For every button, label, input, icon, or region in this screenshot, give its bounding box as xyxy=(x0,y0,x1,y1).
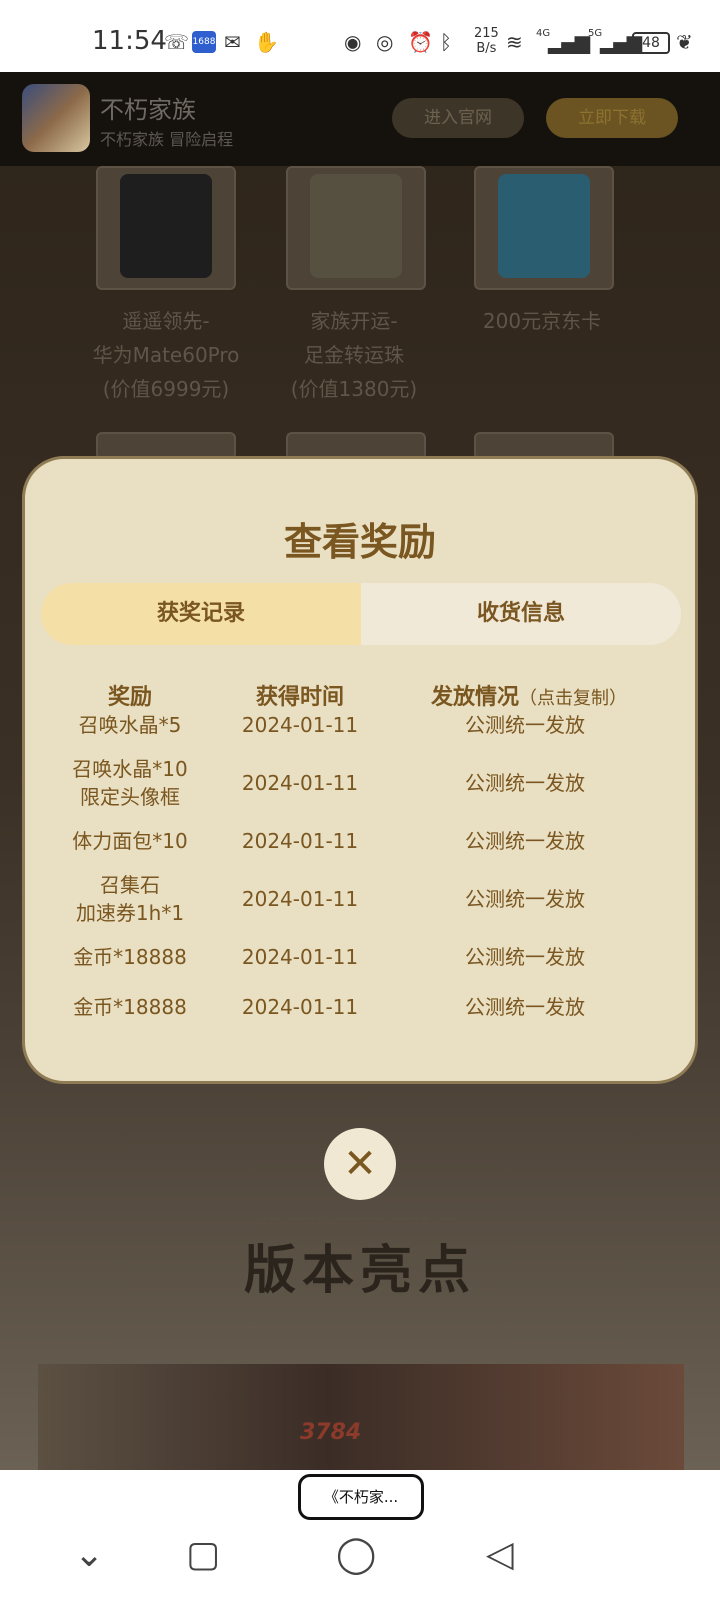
status-time: 11:54 xyxy=(92,26,167,56)
status-bar: 11:54 ☏ 1688 ✉ ✋ ◉ ◎ ⏰ ᛒ 215 B/s ≋ 4G ▂▄… xyxy=(0,0,720,72)
bluetooth-icon: ᛒ xyxy=(440,30,452,54)
section-decoration: ━━ ━━━━ ━━━━━ ━━━━ ━━ xyxy=(260,1214,460,1225)
table-row-reward: 体力面包*10 xyxy=(72,829,188,853)
table-row-reward: 金币*18888 xyxy=(73,945,187,969)
highlight-number: 3784 xyxy=(300,1420,362,1445)
prize-label-phone: 遥遥领先- 华为Mate60Pro (价值6999元) xyxy=(92,309,240,401)
table-row-reward: 召集石 加速券1h*1 xyxy=(75,873,185,925)
table-row-reward: 金币*18888 xyxy=(73,995,187,1019)
network-speed-value: 215 xyxy=(474,26,499,41)
missed-call-icon: ☏ xyxy=(164,30,190,54)
table-row-reward: 召唤水晶*10 限定头像框 xyxy=(72,757,188,809)
bead-image xyxy=(310,174,402,278)
table-row-time: 2024-01-11 xyxy=(241,829,359,853)
table-row-time: 2024-01-11 xyxy=(241,771,359,795)
table-row-status[interactable]: 公测统一发放 xyxy=(425,769,625,797)
close-modal-button[interactable]: ✕ xyxy=(324,1128,396,1200)
download-button[interactable]: 立即下载 xyxy=(546,98,678,138)
hand-icon: ✋ xyxy=(254,30,279,54)
eye-icon: ◎ xyxy=(376,30,394,54)
tab-award-records[interactable]: 获奖记录 xyxy=(41,583,361,645)
tab-shipping-info[interactable]: 收货信息 xyxy=(361,583,681,645)
app-slogan: 不朽家族 冒险启程 xyxy=(100,130,234,149)
header-time: 获得时间 xyxy=(255,685,344,710)
table-row-time: 2024-01-11 xyxy=(241,945,359,969)
phone-image xyxy=(120,174,212,278)
signal-4g-icon: ▂▄▆ xyxy=(548,30,590,54)
header-status-hint: （点击复制） xyxy=(519,688,627,709)
table-row-status[interactable]: 公测统一发放 xyxy=(425,827,625,855)
back-triangle-icon[interactable]: ◁ xyxy=(486,1534,514,1575)
app-banner: 不朽家族 不朽家族 冒险启程 进入官网 立即下载 xyxy=(0,72,720,166)
modal-title: 查看奖励 xyxy=(283,520,436,564)
header-status: 发放情况（点击复制） xyxy=(409,679,649,711)
table-row-reward: 召唤水晶*5 xyxy=(78,713,182,737)
chevron-down-icon[interactable]: ⌄ xyxy=(74,1534,104,1575)
leaf-icon: ❦ xyxy=(676,30,693,54)
recents-square-icon[interactable]: ▢ xyxy=(186,1534,220,1575)
section-title: 版本亮点 xyxy=(243,1240,476,1301)
header-status-label: 发放情况 xyxy=(430,685,519,710)
home-circle-icon[interactable]: ◯ xyxy=(336,1534,376,1575)
close-icon: ✕ xyxy=(343,1141,377,1187)
app-name: 不朽家族 xyxy=(100,96,196,124)
modal-tabs: 获奖记录 收货信息 xyxy=(41,583,681,645)
floating-app-pill[interactable]: 《不朽家... xyxy=(298,1474,424,1520)
table-row-time: 2024-01-11 xyxy=(241,995,359,1019)
app-logo xyxy=(22,84,90,152)
highlight-image xyxy=(38,1364,684,1470)
alarm-icon: ⏰ xyxy=(408,30,433,54)
wifi-icon: ≋ xyxy=(506,30,523,54)
wechat-icon: ✉ xyxy=(224,30,241,54)
network-speed-unit: B/s xyxy=(476,41,497,56)
official-site-button[interactable]: 进入官网 xyxy=(392,98,524,138)
table-row-status[interactable]: 公测统一发放 xyxy=(425,993,625,1021)
header-reward: 奖励 xyxy=(107,685,152,710)
table-row-status[interactable]: 公测统一发放 xyxy=(425,885,625,913)
table-row-status[interactable]: 公测统一发放 xyxy=(425,943,625,971)
prize-label-bead: 家族开运- 足金转运珠 (价值1380元) xyxy=(290,309,418,401)
table-row-status[interactable]: 公测统一发放 xyxy=(425,711,625,739)
reward-modal: 查看奖励 获奖记录 收货信息 奖励 获得时间 发放情况（点击复制） 召唤水晶*5… xyxy=(22,456,698,1084)
nfc-icon: ◉ xyxy=(344,30,362,54)
battery-indicator: 48 xyxy=(632,32,670,54)
network-speed: 215 B/s xyxy=(474,26,499,56)
table-row-time: 2024-01-11 xyxy=(241,713,359,737)
prize-label-jdcard: 200元京东卡 xyxy=(482,309,602,333)
table-row-time: 2024-01-11 xyxy=(241,887,359,911)
jd-card-image xyxy=(498,174,590,278)
app-1688-icon: 1688 xyxy=(192,31,216,53)
